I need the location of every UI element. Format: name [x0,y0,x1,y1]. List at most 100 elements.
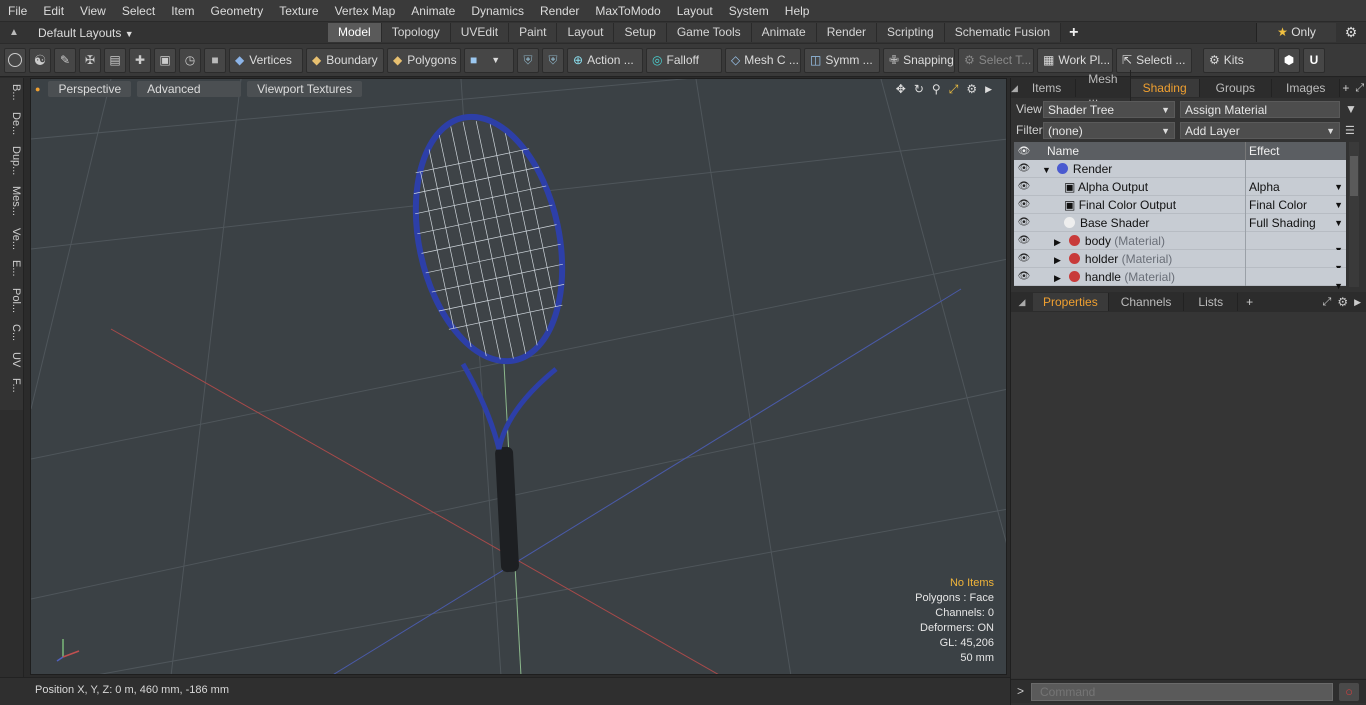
unreal-button[interactable]: U [1303,47,1325,73]
expand-panel-icon[interactable]: ⤢ [1355,82,1364,95]
eye-icon[interactable]: 👁 [1014,163,1034,174]
falloff-button[interactable]: ◎ Falloff [646,47,722,73]
tree-row-final-color-output[interactable]: 👁 ▣ Final Color Output Final Color ▼ [1014,195,1346,214]
name-column-header[interactable]: Name [1034,142,1246,160]
tab-animate[interactable]: Animate [751,23,817,42]
eye-icon[interactable]: 👁 [1014,253,1034,264]
item-mode-button[interactable]: ■ ▼ [464,47,514,73]
3d-viewport[interactable]: ● Perspective Advanced Viewport Textures… [30,78,1007,675]
square-button[interactable]: ▣ [154,47,176,73]
panel-arrow-icon[interactable]: ▶ [1354,297,1361,308]
tab-topology[interactable]: Topology [381,23,451,42]
tab-properties[interactable]: Properties [1033,293,1109,311]
menu-item[interactable]: Item [163,0,202,22]
perspective-button[interactable]: Perspective [48,81,132,97]
left-tab-deform[interactable]: De... [2,112,22,135]
eye-icon[interactable]: 👁 [1014,217,1034,228]
selection-sets-button[interactable]: ⇱ Selecti ... [1116,47,1192,73]
effect-column-header[interactable]: Effect [1246,144,1279,158]
tab-scripting[interactable]: Scripting [877,23,945,42]
expand-icon[interactable]: ▶ [1054,255,1061,265]
left-tab-uv[interactable]: UV [2,352,22,367]
transform-button[interactable]: ✚ [129,47,151,73]
gear-icon[interactable]: ⚙ [1336,24,1366,41]
brush-button[interactable]: ✠ [79,47,101,73]
options-icon[interactable]: ☰ [1345,124,1355,137]
boundary-button[interactable]: ◆ Boundary [306,47,384,73]
tree-row-base-shader[interactable]: 👁 Base Shader Full Shading ▼ [1014,213,1346,232]
pen-button[interactable]: ✎ [54,47,76,73]
assign-material-select[interactable]: Assign Material [1180,100,1340,118]
tree-effect-cell[interactable]: Full Shading ▼ [1246,214,1346,232]
filter-funnel-icon[interactable]: ▼ [1345,102,1357,116]
tab-paint[interactable]: Paint [509,23,558,42]
viewport-expand-icon[interactable]: ▶ [985,84,992,95]
tab-render[interactable]: Render [816,23,878,42]
record-icon[interactable]: ○ [1339,683,1359,701]
select-through-button[interactable]: ⚙ Select T... [958,47,1034,73]
move-view-icon[interactable]: ✥ [896,82,906,96]
menu-select[interactable]: Select [114,0,163,22]
only-toggle[interactable]: ★ Only [1256,23,1336,42]
expand-icon[interactable]: ▶ [1054,237,1061,247]
select-circle-button[interactable] [4,47,26,73]
cube-button[interactable]: ■ [204,47,226,73]
left-tab-fusion[interactable]: F... [2,378,22,393]
eye-icon[interactable]: 👁 [1014,181,1034,192]
viewport-textures-button[interactable]: Viewport Textures [247,81,363,97]
tab-channels[interactable]: Channels [1109,293,1185,311]
tab-images[interactable]: Images [1272,79,1341,97]
menu-view[interactable]: View [72,0,114,22]
tab-game-tools[interactable]: Game Tools [666,23,752,42]
symmetry-button[interactable]: ◫ Symm ... [804,47,880,73]
menu-system[interactable]: System [721,0,777,22]
expand-icon[interactable]: ▶ [1054,273,1061,283]
menu-file[interactable]: File [0,0,35,22]
tree-scrollbar[interactable] [1349,142,1359,287]
advanced-button[interactable]: Advanced [137,81,242,97]
left-tab-edge[interactable]: E... [2,260,22,277]
left-tab-polygon[interactable]: Pol... [2,288,22,313]
menu-render[interactable]: Render [532,0,587,22]
mesh-constraint-button[interactable]: ◇ Mesh C ... [725,47,801,73]
menu-animate[interactable]: Animate [403,0,463,22]
menu-texture[interactable]: Texture [271,0,326,22]
vertices-button[interactable]: ◆ Vertices [229,47,303,73]
view-select[interactable]: Shader Tree ▼ [1043,100,1175,118]
tree-row-alpha-output[interactable]: 👁 ▣ Alpha Output Alpha ▼ [1014,177,1346,196]
menu-maxtomodo[interactable]: MaxToModo [587,0,668,22]
tree-row-handle-material[interactable]: 👁 ▶ handle (Material) ▼ [1014,267,1346,291]
menu-vertex-map[interactable]: Vertex Map [327,0,404,22]
snapping-button[interactable]: ✙ Snapping [883,47,955,73]
layout-select[interactable]: Default Layouts ▼ [28,26,328,40]
tab-setup[interactable]: Setup [614,23,667,42]
menu-layout[interactable]: Layout [669,0,721,22]
command-input[interactable] [1031,683,1333,701]
left-tab-duplicate[interactable]: Dup... [2,146,22,175]
tree-row-render[interactable]: 👁 ▼ Render [1014,159,1346,178]
rotate-view-icon[interactable]: ↻ [914,82,924,96]
add-tab-button[interactable]: + [1061,24,1086,42]
eye-icon[interactable]: 👁 [1014,235,1034,246]
tab-uvedit[interactable]: UVEdit [450,23,510,42]
tree-effect-cell[interactable]: Alpha ▼ [1246,178,1346,196]
tab-items[interactable]: Items [1018,79,1077,97]
menu-dynamics[interactable]: Dynamics [463,0,532,22]
menu-help[interactable]: Help [777,0,818,22]
tab-shading[interactable]: Shading [1130,79,1200,97]
panel-menu-icon[interactable]: ◢ [1011,297,1033,308]
panel-gear-icon[interactable]: ⚙ [1337,295,1348,309]
menu-edit[interactable]: Edit [35,0,72,22]
action-center-button[interactable]: ⊕ Action ... [567,47,643,73]
work-plane-button[interactable]: ▦ Work Pl... [1037,47,1113,73]
tree-scrollbar-thumb[interactable] [1350,156,1358,196]
layout-collapse-icon[interactable]: ▲ [0,27,28,38]
tab-schematic-fusion[interactable]: Schematic Fusion [944,23,1062,42]
viewport-gear-icon[interactable]: ⚙ [966,82,977,96]
left-tab-basic[interactable]: B... [2,84,22,101]
tab-lists[interactable]: Lists [1184,293,1239,311]
expand-icon[interactable]: ▼ [1042,165,1051,175]
add-layer-select[interactable]: Add Layer ▼ [1180,121,1340,139]
polygons-button[interactable]: ◆ Polygons [387,47,461,73]
unity-button[interactable]: ⬢ [1278,47,1300,73]
